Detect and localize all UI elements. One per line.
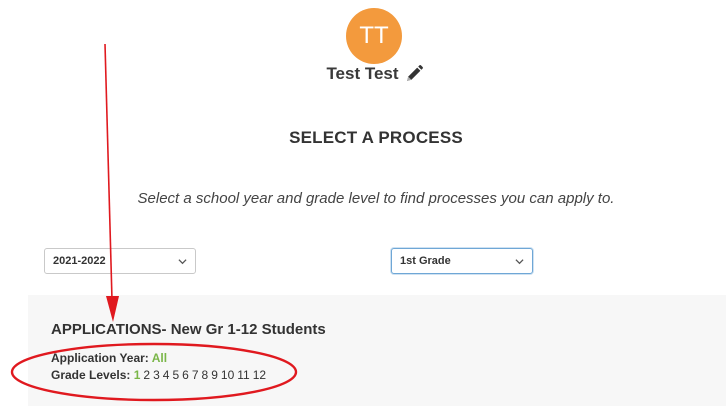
user-name: Test Test	[326, 64, 399, 83]
application-title[interactable]: APPLICATIONS- New Gr 1-12 Students	[51, 321, 326, 338]
page-title: SELECT A PROCESS	[289, 128, 463, 147]
grade-level-select[interactable]: 1st Grade	[391, 248, 533, 274]
chevron-down-icon	[178, 259, 187, 265]
grade-level-11[interactable]: 11	[237, 368, 249, 382]
application-year: Application Year: All	[51, 351, 167, 365]
grade-level-3[interactable]: 3	[153, 368, 160, 382]
school-year-value: 2021-2022	[53, 255, 106, 267]
instructions-text: Select a school year and grade level to …	[137, 190, 615, 207]
school-year-select[interactable]: 2021-2022	[44, 248, 196, 274]
grade-level-10[interactable]: 10	[221, 368, 234, 382]
grade-level-8[interactable]: 8	[202, 368, 209, 382]
user-row: Test Test	[0, 64, 726, 84]
grade-level-9[interactable]: 9	[211, 368, 218, 382]
grade-level-12[interactable]: 12	[253, 368, 266, 382]
grade-level-7[interactable]: 7	[192, 368, 199, 382]
grade-level-6[interactable]: 6	[182, 368, 189, 382]
grade-list: 1 2 3 4 5 6 7 8 9 10 11 12	[134, 368, 269, 382]
application-year-label: Application Year:	[51, 351, 149, 365]
grade-level-1[interactable]: 1	[134, 368, 141, 382]
grade-level-5[interactable]: 5	[172, 368, 179, 382]
grade-levels: Grade Levels: 1 2 3 4 5 6 7 8 9 10 11 12	[51, 368, 269, 382]
chevron-down-icon	[515, 259, 524, 265]
grade-level-value: 1st Grade	[400, 255, 451, 267]
application-year-value: All	[151, 351, 168, 365]
avatar: TT	[346, 8, 402, 64]
pencil-icon[interactable]	[404, 64, 424, 84]
grade-level-4[interactable]: 4	[163, 368, 170, 382]
grade-levels-label: Grade Levels:	[51, 368, 131, 382]
grade-level-2[interactable]: 2	[143, 368, 150, 382]
